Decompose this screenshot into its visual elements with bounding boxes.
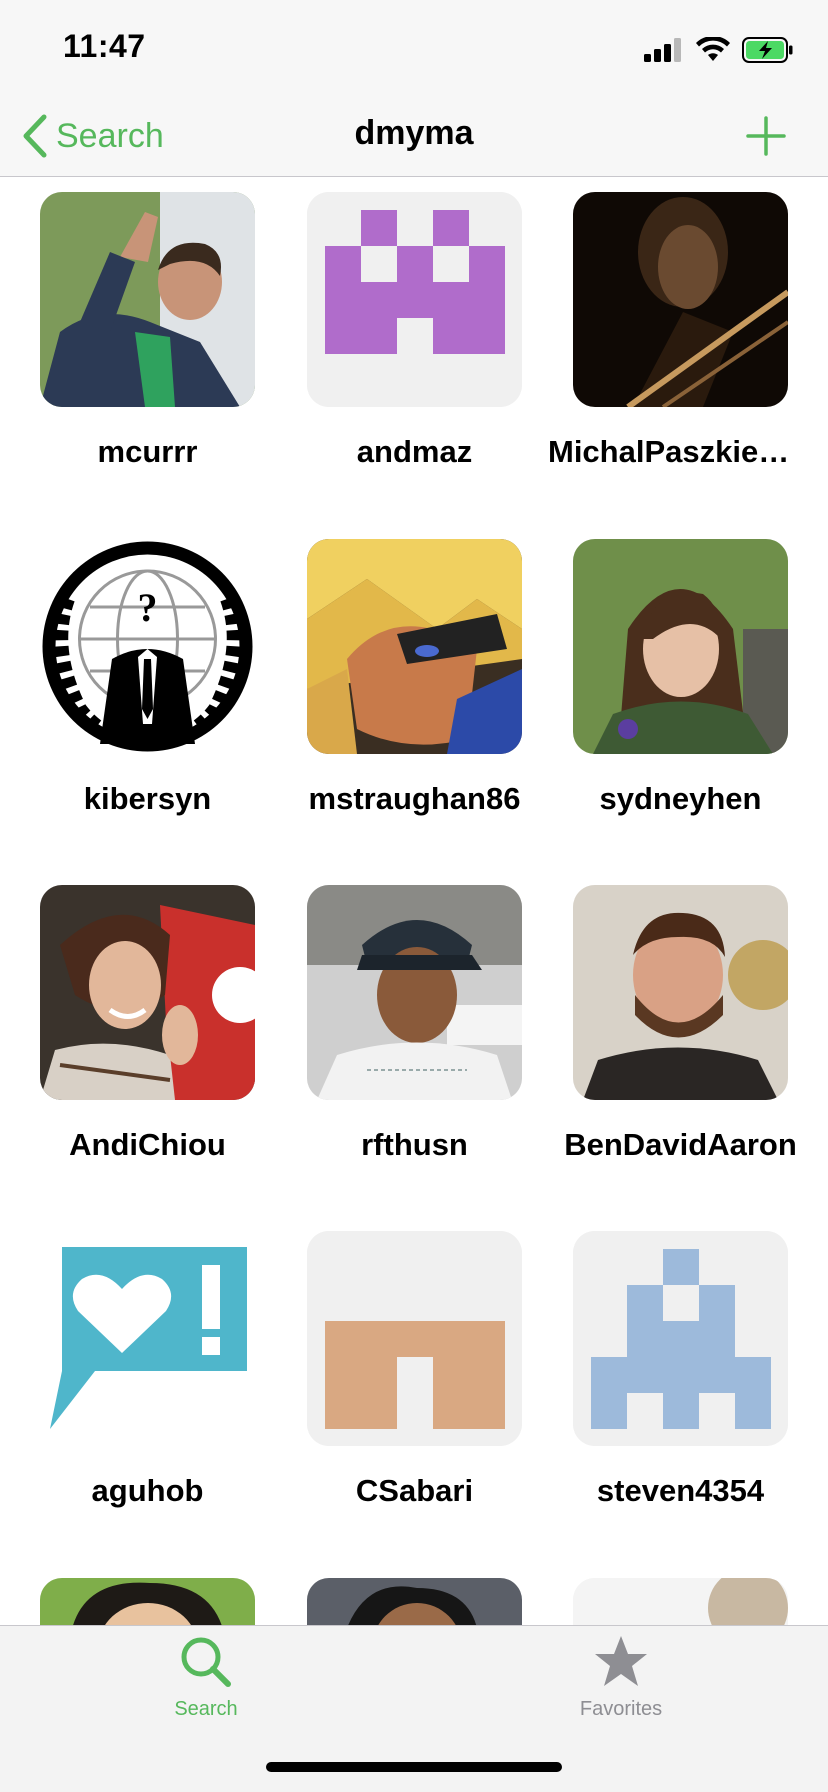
username: steven4354	[596, 1473, 765, 1508]
avatar: ?	[40, 539, 255, 754]
avatar	[40, 192, 255, 407]
avatar	[307, 885, 522, 1100]
avatar	[573, 1231, 788, 1446]
svg-text:?: ?	[138, 585, 158, 630]
avatar-photo	[40, 885, 255, 1100]
avatar-photo	[573, 539, 788, 754]
username: mcurrr	[97, 434, 198, 469]
avatar	[573, 539, 788, 754]
tab-search[interactable]: Search	[106, 1634, 306, 1734]
search-icon	[181, 1637, 231, 1687]
star-icon	[595, 1636, 647, 1686]
avatar-photo	[307, 1578, 522, 1625]
add-icon[interactable]	[744, 114, 788, 158]
tab-label: Favorites	[579, 1698, 663, 1720]
status-bar: 11:47	[0, 0, 828, 100]
battery-icon	[742, 37, 793, 63]
avatar-photo	[573, 885, 788, 1100]
cellular-signal-icon	[644, 38, 681, 62]
avatar-logo	[40, 1231, 255, 1446]
avatar	[307, 1578, 522, 1625]
avatar-logo: ?	[40, 539, 255, 754]
user-grid: mcurrr andmaz MichalPaszkiewicz ? kibers…	[0, 178, 828, 1625]
username: AndiChiou	[69, 1127, 226, 1162]
avatar	[307, 1231, 522, 1446]
username: BenDavidAaron	[564, 1127, 797, 1162]
avatar	[573, 885, 788, 1100]
avatar-photo	[573, 1578, 788, 1625]
username: rfthusn	[361, 1127, 468, 1162]
wifi-icon	[696, 37, 730, 61]
avatar	[573, 1578, 788, 1625]
avatar	[40, 1231, 255, 1446]
navigation-bar: Search dmyma	[0, 100, 828, 177]
avatar-photo	[40, 192, 255, 407]
avatar-photo	[307, 885, 522, 1100]
avatar-photo	[573, 192, 788, 407]
username: aguhob	[91, 1473, 204, 1508]
avatar	[307, 539, 522, 754]
avatar	[40, 1578, 255, 1625]
page-title: dmyma	[354, 114, 474, 152]
username: CSabari	[355, 1473, 474, 1508]
avatar	[40, 885, 255, 1100]
tab-label: Search	[174, 1698, 238, 1720]
username: andmaz	[356, 434, 473, 469]
status-icons	[644, 36, 794, 64]
avatar-illustration	[307, 539, 522, 754]
avatar	[307, 192, 522, 407]
username: MichalPaszkiewicz	[548, 434, 813, 469]
username: mstraughan86	[308, 781, 521, 816]
avatar	[573, 192, 788, 407]
identicon	[573, 1231, 788, 1446]
status-time: 11:47	[63, 28, 146, 64]
identicon	[307, 1231, 522, 1446]
home-indicator[interactable]	[266, 1762, 562, 1772]
username: kibersyn	[83, 781, 212, 816]
identicon	[307, 192, 522, 407]
username: sydneyhen	[599, 781, 762, 816]
avatar-photo	[40, 1578, 255, 1625]
tab-favorites[interactable]: Favorites	[521, 1634, 721, 1734]
